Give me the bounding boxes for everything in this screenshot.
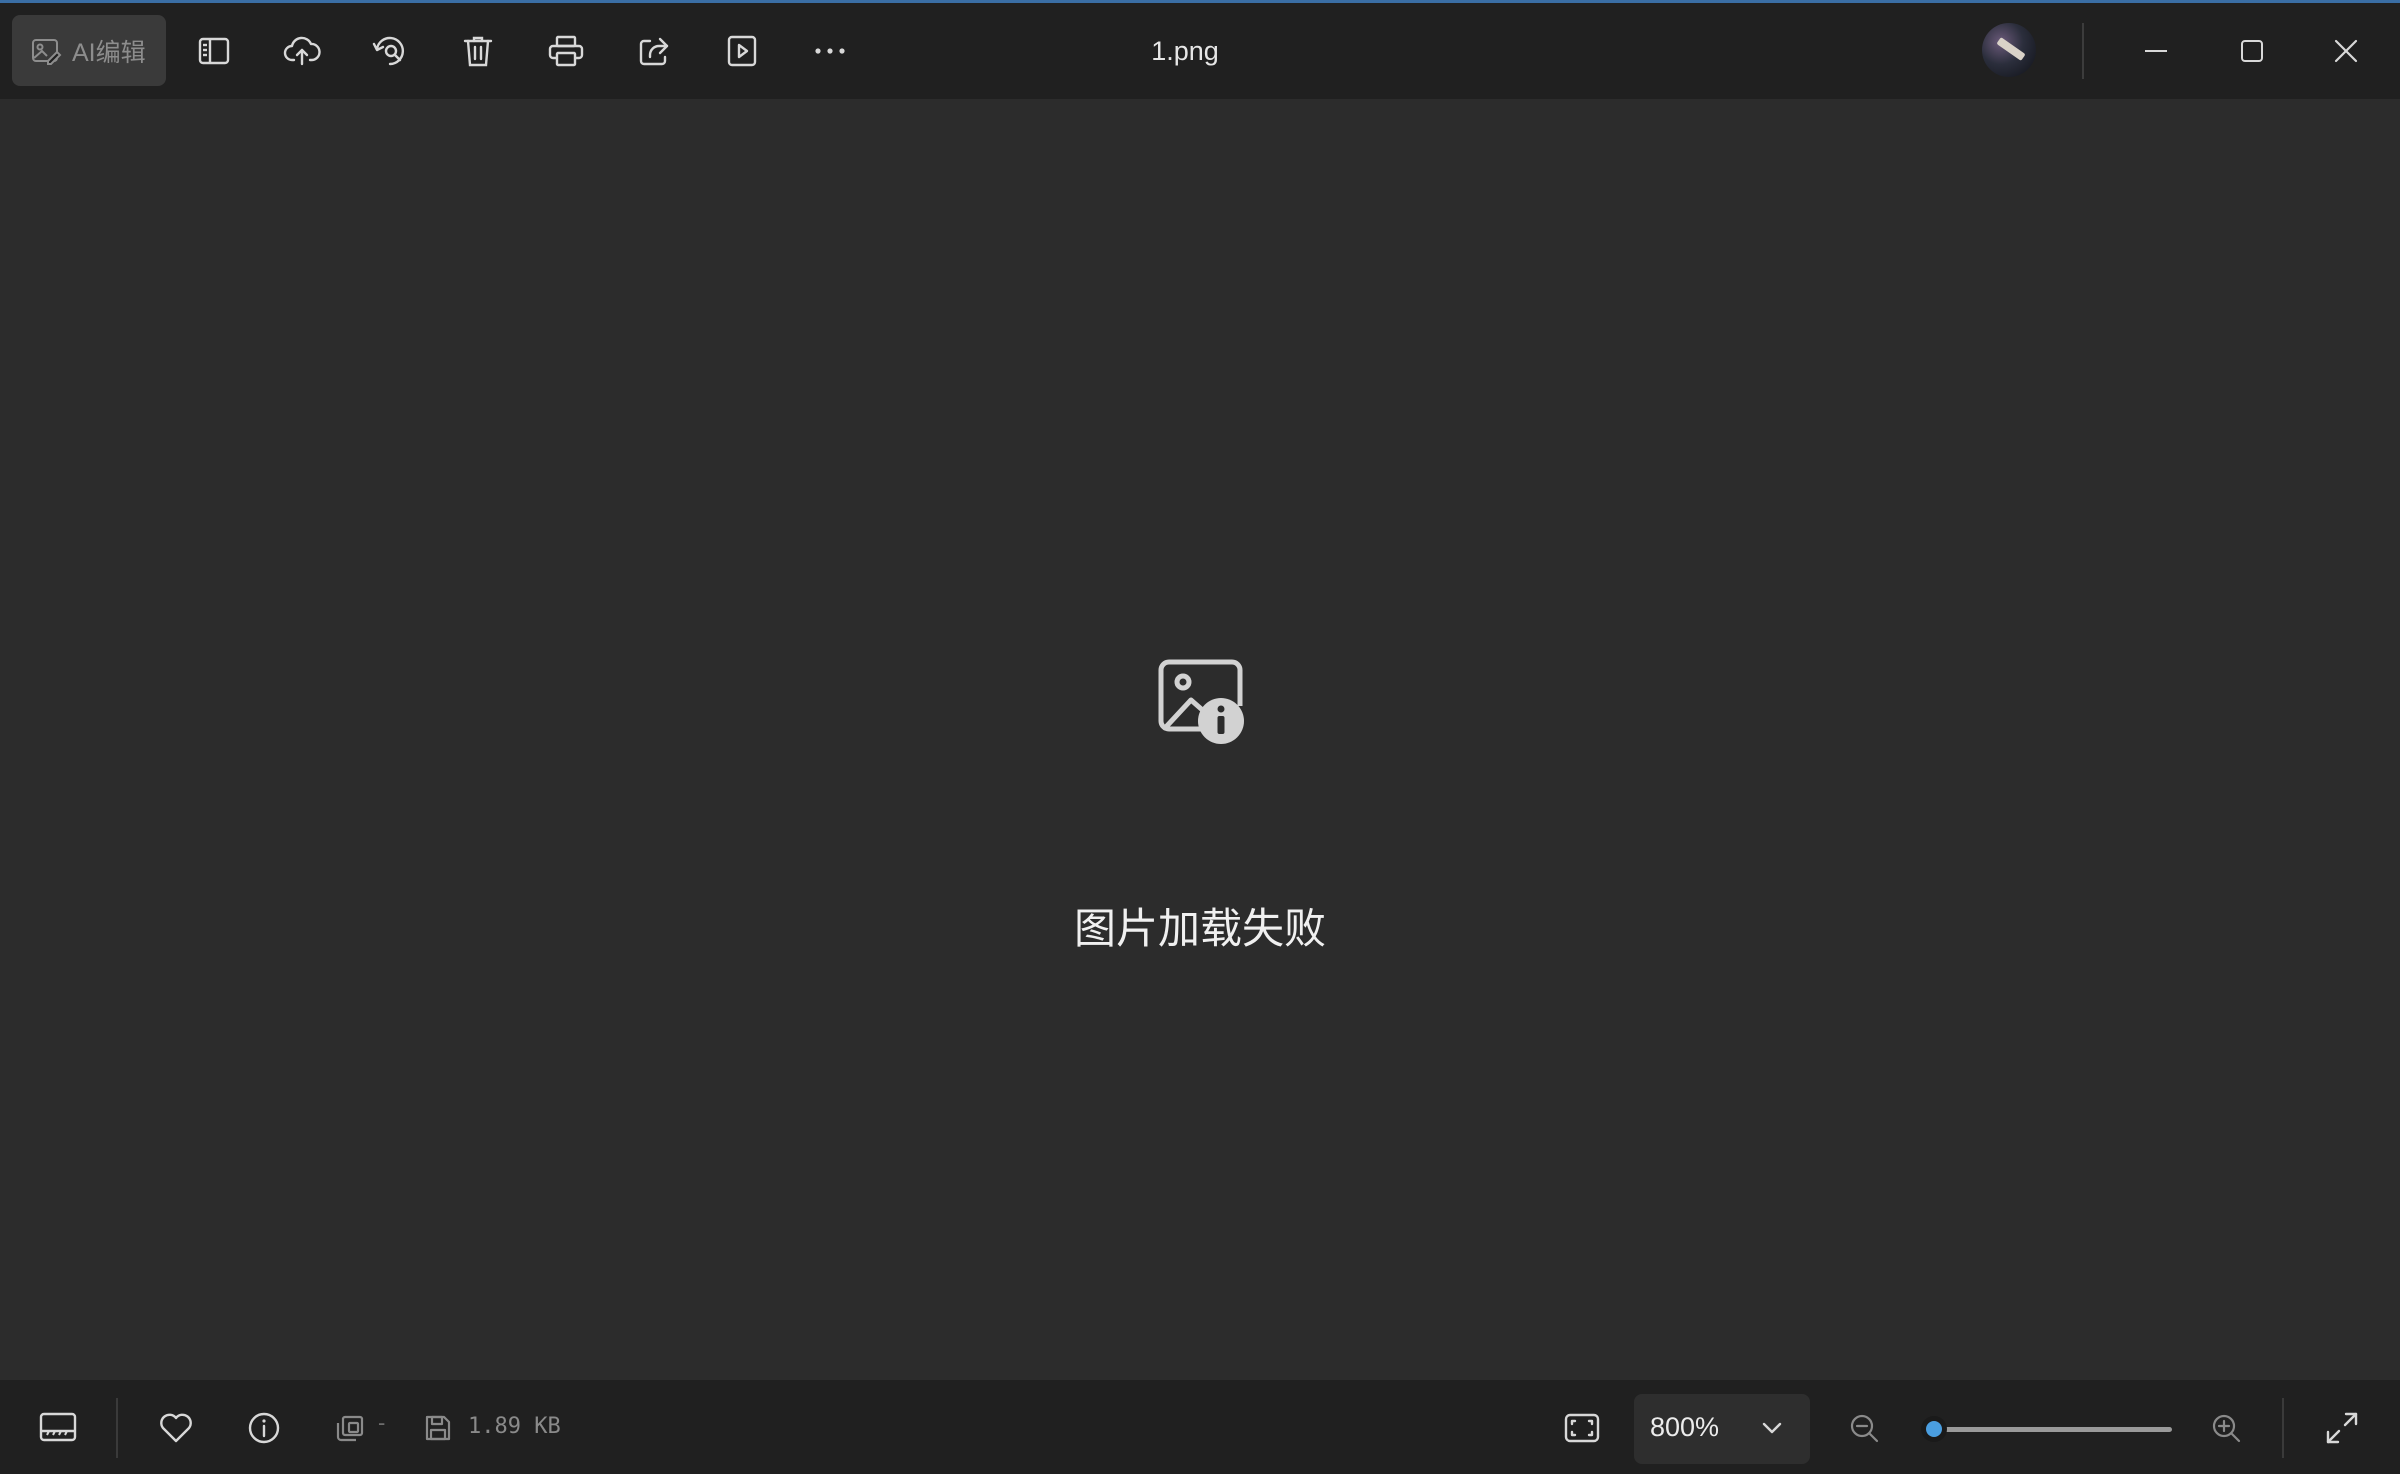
load-error-placeholder bbox=[1155, 656, 1247, 753]
fullscreen-expand-icon bbox=[2326, 1412, 2358, 1444]
print-button[interactable] bbox=[542, 27, 590, 75]
ai-edit-label: AI编辑 bbox=[72, 38, 146, 67]
ai-image-edit-icon bbox=[32, 38, 62, 65]
chevron-down-icon bbox=[1762, 1422, 1782, 1434]
more-ellipsis-icon bbox=[815, 48, 845, 54]
file-size: 1.89 KB bbox=[468, 1414, 561, 1439]
zoom-out-button[interactable] bbox=[1838, 1402, 1890, 1454]
zoom-slider-track[interactable] bbox=[1934, 1427, 2172, 1432]
favorite-button[interactable] bbox=[150, 1402, 202, 1454]
copy-button[interactable] bbox=[324, 1402, 376, 1454]
maximize-icon bbox=[2241, 40, 2263, 62]
heart-icon bbox=[160, 1413, 192, 1443]
delete-trash-icon bbox=[463, 36, 493, 67]
filmstrip-toggle-button[interactable] bbox=[32, 1402, 84, 1454]
slideshow-button[interactable] bbox=[718, 27, 766, 75]
toggle-sidebar-button[interactable] bbox=[190, 27, 238, 75]
cloud-upload-icon bbox=[283, 36, 321, 66]
zoom-in-icon bbox=[2212, 1414, 2241, 1443]
statusbar-divider bbox=[2282, 1398, 2284, 1458]
load-error-message: 图片加载失败 bbox=[1073, 904, 1326, 953]
photo-viewer-window: AI编辑 1.png 图片加载失败 - 1.89 KB 800% bbox=[0, 0, 2400, 1474]
copy-value: - bbox=[378, 1410, 386, 1435]
minimize-icon bbox=[2145, 50, 2167, 52]
bottom-statusbar: - 1.89 KB 800% bbox=[0, 1380, 2400, 1474]
fit-screen-icon bbox=[1564, 1413, 1600, 1443]
image-info-icon bbox=[1158, 659, 1244, 744]
filmstrip-icon bbox=[39, 1412, 77, 1442]
fit-to-window-button[interactable] bbox=[1556, 1402, 1608, 1454]
statusbar-divider bbox=[116, 1398, 118, 1458]
image-canvas: 图片加载失败 bbox=[0, 99, 2400, 1380]
save-info-button[interactable] bbox=[412, 1402, 464, 1454]
zoom-level-dropdown[interactable]: 800% bbox=[1634, 1394, 1810, 1464]
toolbar-divider bbox=[2082, 23, 2084, 79]
copy-icon bbox=[336, 1415, 364, 1442]
top-toolbar: AI编辑 1.png bbox=[0, 3, 2400, 99]
zoom-out-icon bbox=[1850, 1414, 1879, 1443]
rotate-button[interactable] bbox=[366, 27, 414, 75]
zoom-slider-thumb[interactable] bbox=[1921, 1416, 1947, 1442]
zoom-level-value: 800% bbox=[1650, 1412, 1720, 1442]
more-options-button[interactable] bbox=[806, 27, 854, 75]
share-button[interactable] bbox=[630, 27, 678, 75]
print-icon bbox=[548, 35, 584, 67]
maximize-button[interactable] bbox=[2228, 27, 2276, 75]
share-icon bbox=[639, 37, 669, 66]
info-circle-icon bbox=[248, 1412, 280, 1444]
save-disk-icon bbox=[425, 1415, 451, 1441]
close-icon bbox=[2334, 39, 2358, 63]
window-title: 1.png bbox=[1151, 36, 1219, 66]
rotate-icon bbox=[372, 36, 405, 66]
delete-button[interactable] bbox=[454, 27, 502, 75]
close-window-button[interactable] bbox=[2322, 27, 2370, 75]
file-info-button[interactable] bbox=[238, 1402, 290, 1454]
ai-edit-button[interactable]: AI编辑 bbox=[12, 15, 166, 86]
user-avatar[interactable] bbox=[1982, 23, 2036, 77]
minimize-button[interactable] bbox=[2132, 27, 2180, 75]
zoom-in-button[interactable] bbox=[2200, 1402, 2252, 1454]
fullscreen-button[interactable] bbox=[2316, 1402, 2368, 1454]
upload-button[interactable] bbox=[278, 27, 326, 75]
sidebar-panel-icon bbox=[198, 37, 230, 65]
slideshow-play-icon bbox=[727, 35, 757, 67]
